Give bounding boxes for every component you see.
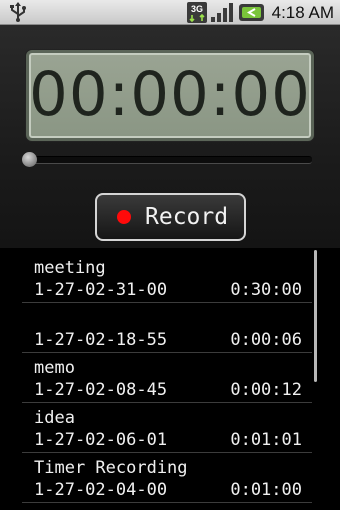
- seek-thumb[interactable]: [22, 152, 37, 167]
- usb-icon: [10, 2, 26, 22]
- list-scrollbar[interactable]: [314, 250, 317, 382]
- recorder-panel: 00:00:00 Record: [0, 25, 340, 248]
- list-item[interactable]: Timer Recording 1-27-02-04-00 0:01:00: [22, 454, 312, 503]
- recording-name: meeting: [34, 258, 106, 278]
- seek-bar[interactable]: [26, 156, 312, 164]
- record-button-label: Record: [145, 204, 229, 230]
- recordings-list[interactable]: meeting 1-27-02-31-00 0:30:00 1-27-02-18…: [0, 248, 340, 510]
- list-item[interactable]: 1-27-02-18-55 0:00:06: [22, 304, 312, 353]
- list-item[interactable]: idea 1-27-02-06-01 0:01:01: [22, 404, 312, 453]
- battery-charging-icon: [239, 4, 264, 21]
- recording-date: 1-27-02-31-00: [34, 280, 168, 300]
- recording-date: 1-27-02-06-01: [34, 430, 168, 450]
- recording-date: 1-27-02-08-45: [34, 380, 168, 400]
- record-dot-icon: [117, 210, 131, 224]
- list-item[interactable]: meeting 1-27-02-31-00 0:30:00: [22, 254, 312, 303]
- list-item[interactable]: memo 1-27-02-08-45 0:00:12: [22, 354, 312, 403]
- recording-duration: 0:30:00: [230, 280, 302, 300]
- signal-strength-icon: [211, 3, 233, 22]
- recording-date: 1-27-02-04-00: [34, 480, 168, 500]
- recording-duration: 0:00:06: [230, 330, 302, 350]
- 3g-signal-icon: 3G: [187, 2, 207, 23]
- status-bar: 3G 4:18 AM: [0, 0, 340, 25]
- recording-name: Timer Recording: [34, 458, 188, 478]
- timer-value: 00:00:00: [29, 59, 311, 130]
- recording-date: 1-27-02-18-55: [34, 330, 168, 350]
- network-type-label: 3G: [191, 4, 203, 14]
- timer-display: 00:00:00: [26, 50, 314, 141]
- recording-name: idea: [34, 408, 75, 428]
- status-time: 4:18 AM: [271, 3, 334, 22]
- recording-duration: 0:01:00: [230, 480, 302, 500]
- recording-duration: 0:00:12: [230, 380, 302, 400]
- recording-name: memo: [34, 358, 75, 378]
- record-button[interactable]: Record: [95, 193, 246, 241]
- recording-duration: 0:01:01: [230, 430, 302, 450]
